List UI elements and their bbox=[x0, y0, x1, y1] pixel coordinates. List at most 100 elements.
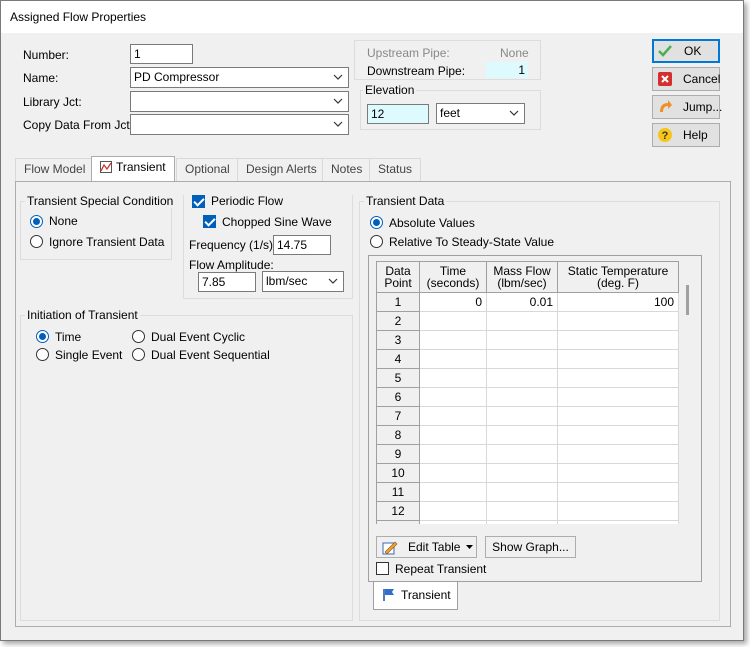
temperature-cell[interactable] bbox=[557, 444, 679, 464]
mass-flow-cell[interactable] bbox=[486, 349, 558, 369]
mass-flow-cell[interactable] bbox=[486, 520, 558, 524]
row-header-cell[interactable]: 10 bbox=[376, 463, 420, 483]
help-button[interactable]: ? Help bbox=[652, 123, 720, 147]
mass-flow-cell[interactable] bbox=[486, 330, 558, 350]
mass-flow-cell[interactable] bbox=[486, 406, 558, 426]
cancel-button[interactable]: Cancel bbox=[652, 67, 720, 91]
mass-flow-cell[interactable]: 0.01 bbox=[486, 292, 558, 312]
row-header-cell[interactable]: 7 bbox=[376, 406, 420, 426]
mass-flow-cell[interactable] bbox=[486, 311, 558, 331]
time-cell[interactable] bbox=[419, 444, 487, 464]
tab-notes[interactable]: Notes bbox=[322, 158, 372, 181]
name-combobox[interactable]: PD Compressor bbox=[130, 67, 349, 88]
scrollbar-thumb[interactable] bbox=[686, 285, 689, 315]
temperature-cell[interactable] bbox=[557, 387, 679, 407]
table-row[interactable]: 6 bbox=[376, 387, 679, 407]
init-time-radio[interactable] bbox=[36, 330, 49, 343]
table-row[interactable]: 10 bbox=[376, 463, 679, 483]
temperature-cell[interactable] bbox=[557, 311, 679, 331]
number-field[interactable]: 1 bbox=[130, 44, 193, 64]
time-cell[interactable] bbox=[419, 406, 487, 426]
mass-flow-cell[interactable] bbox=[486, 368, 558, 388]
time-cell[interactable] bbox=[419, 311, 487, 331]
edit-table-button[interactable]: Edit Table bbox=[376, 536, 477, 558]
elevation-input[interactable]: 12 bbox=[367, 104, 429, 124]
tab-flow-model[interactable]: Flow Model bbox=[15, 158, 95, 181]
row-header-cell[interactable]: 9 bbox=[376, 444, 420, 464]
time-cell[interactable] bbox=[419, 463, 487, 483]
copy-data-combobox[interactable] bbox=[130, 114, 349, 135]
table-row[interactable]: 4 bbox=[376, 349, 679, 369]
chopped-sine-checkbox[interactable] bbox=[203, 215, 216, 228]
table-row[interactable]: 11 bbox=[376, 482, 679, 502]
table-row[interactable]: 1 0 0.01 100 bbox=[376, 292, 679, 312]
table-row[interactable]: 7 bbox=[376, 406, 679, 426]
row-header-cell[interactable]: 2 bbox=[376, 311, 420, 331]
time-cell[interactable] bbox=[419, 349, 487, 369]
temperature-cell[interactable] bbox=[557, 349, 679, 369]
time-cell[interactable] bbox=[419, 425, 487, 445]
frequency-input[interactable]: 14.75 bbox=[273, 235, 331, 255]
tab-transient[interactable]: Transient bbox=[91, 156, 175, 182]
header-static-temperature[interactable]: Static Temperature (deg. F) bbox=[557, 261, 679, 293]
row-header-cell[interactable]: 5 bbox=[376, 368, 420, 388]
amplitude-input[interactable]: 7.85 bbox=[198, 272, 256, 292]
header-data-point[interactable]: Data Point bbox=[376, 261, 420, 293]
time-cell[interactable] bbox=[419, 330, 487, 350]
row-header-cell[interactable]: 13 bbox=[376, 520, 420, 524]
temperature-cell[interactable] bbox=[557, 425, 679, 445]
table-row[interactable]: 8 bbox=[376, 425, 679, 445]
relative-values-radio[interactable] bbox=[370, 235, 383, 248]
table-row[interactable]: 9 bbox=[376, 444, 679, 464]
header-time[interactable]: Time (seconds) bbox=[419, 261, 487, 293]
elevation-unit-select[interactable]: feet bbox=[436, 103, 525, 124]
temperature-cell[interactable] bbox=[557, 501, 679, 521]
row-header-cell[interactable]: 4 bbox=[376, 349, 420, 369]
mass-flow-cell[interactable] bbox=[486, 501, 558, 521]
table-row[interactable]: 5 bbox=[376, 368, 679, 388]
row-header-cell[interactable]: 8 bbox=[376, 425, 420, 445]
init-dual-seq-radio[interactable] bbox=[132, 348, 145, 361]
table-scrollbar[interactable] bbox=[681, 261, 695, 524]
tab-design-alerts[interactable]: Design Alerts bbox=[237, 158, 326, 181]
transient-table[interactable]: Data Point Time (seconds) Mass Flow (lbm/se… bbox=[376, 261, 679, 524]
amplitude-unit-select[interactable]: lbm/sec bbox=[262, 271, 344, 292]
time-cell[interactable] bbox=[419, 482, 487, 502]
temperature-cell[interactable]: 100 bbox=[557, 292, 679, 312]
header-mass-flow[interactable]: Mass Flow (lbm/sec) bbox=[486, 261, 558, 293]
time-cell[interactable] bbox=[419, 520, 487, 524]
ok-button[interactable]: OK bbox=[652, 39, 720, 63]
time-cell[interactable] bbox=[419, 387, 487, 407]
table-row[interactable]: 3 bbox=[376, 330, 679, 350]
bottom-transient-tab[interactable]: Transient bbox=[373, 582, 458, 610]
temperature-cell[interactable] bbox=[557, 463, 679, 483]
temperature-cell[interactable] bbox=[557, 406, 679, 426]
table-row[interactable]: 13 bbox=[376, 520, 679, 524]
init-single-radio[interactable] bbox=[36, 348, 49, 361]
periodic-flow-checkbox[interactable] bbox=[192, 195, 205, 208]
temperature-cell[interactable] bbox=[557, 368, 679, 388]
jump-button[interactable]: Jump... bbox=[652, 95, 722, 119]
mass-flow-cell[interactable] bbox=[486, 482, 558, 502]
mass-flow-cell[interactable] bbox=[486, 463, 558, 483]
init-dual-cyclic-radio[interactable] bbox=[132, 330, 145, 343]
mass-flow-cell[interactable] bbox=[486, 387, 558, 407]
table-row[interactable]: 2 bbox=[376, 311, 679, 331]
special-ignore-radio[interactable] bbox=[30, 235, 43, 248]
library-combobox[interactable] bbox=[130, 91, 349, 112]
tab-status[interactable]: Status bbox=[369, 158, 422, 181]
absolute-values-radio[interactable] bbox=[370, 216, 383, 229]
time-cell[interactable] bbox=[419, 368, 487, 388]
row-header-cell[interactable]: 3 bbox=[376, 330, 420, 350]
show-graph-button[interactable]: Show Graph... bbox=[485, 536, 576, 558]
row-header-cell[interactable]: 12 bbox=[376, 501, 420, 521]
time-cell[interactable]: 0 bbox=[419, 292, 487, 312]
repeat-transient-checkbox[interactable] bbox=[376, 562, 389, 575]
table-row[interactable]: 12 bbox=[376, 501, 679, 521]
row-header-cell[interactable]: 6 bbox=[376, 387, 420, 407]
special-none-radio[interactable] bbox=[30, 215, 43, 228]
time-cell[interactable] bbox=[419, 501, 487, 521]
tab-optional[interactable]: Optional bbox=[176, 158, 239, 181]
mass-flow-cell[interactable] bbox=[486, 444, 558, 464]
temperature-cell[interactable] bbox=[557, 330, 679, 350]
